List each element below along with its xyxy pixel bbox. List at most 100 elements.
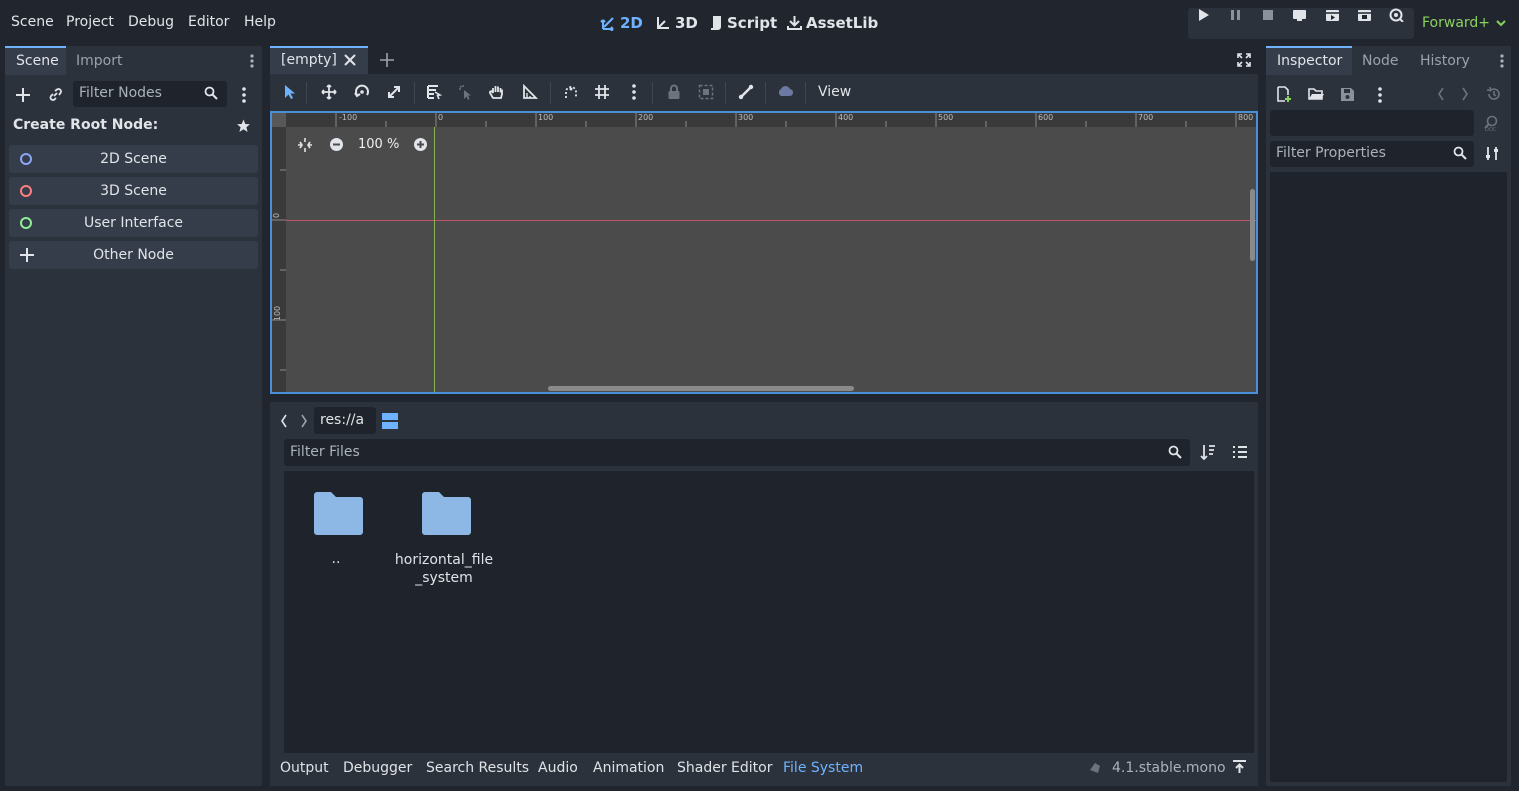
- search-icon: [1453, 146, 1467, 160]
- tab-output[interactable]: Output: [280, 760, 329, 776]
- ruler-ticks: [335, 113, 1237, 127]
- object-path-field: [1270, 110, 1474, 136]
- workspace-script-button[interactable]: Script: [709, 14, 777, 32]
- select-tool-icon[interactable]: [283, 84, 297, 100]
- dock-menu-icon[interactable]: [250, 54, 254, 68]
- dock-menu-icon[interactable]: [1500, 54, 1504, 68]
- menu-editor[interactable]: Editor: [188, 14, 229, 30]
- tab-debugger[interactable]: Debugger: [343, 760, 412, 776]
- distraction-free-icon[interactable]: [1237, 53, 1251, 67]
- smart-snap-icon[interactable]: [563, 84, 579, 100]
- workspace-2d-button[interactable]: 2D: [600, 14, 643, 32]
- canvas-toolbar: View: [270, 74, 1258, 112]
- pivot-tool-icon[interactable]: [458, 84, 474, 100]
- property-tools-icon[interactable]: [1485, 146, 1500, 161]
- save-icon[interactable]: [1340, 87, 1355, 102]
- move-tool-icon[interactable]: [321, 84, 337, 100]
- root-option-user-interface[interactable]: User Interface: [9, 209, 258, 237]
- root-option-label: 3D Scene: [100, 183, 167, 199]
- view-menu[interactable]: View: [818, 84, 851, 100]
- rotate-tool-icon[interactable]: [354, 84, 370, 100]
- path-field[interactable]: res://a: [314, 407, 376, 434]
- root-option-3d-scene[interactable]: 3D Scene: [9, 177, 258, 205]
- workspace-script-label: Script: [727, 14, 778, 32]
- split-mode-icon[interactable]: [382, 413, 398, 429]
- horizontal-scrollbar[interactable]: [548, 386, 854, 391]
- ruler-tool-icon[interactable]: [522, 84, 538, 100]
- object-history-icon[interactable]: [1486, 87, 1501, 101]
- menu-scene[interactable]: Scene: [11, 14, 54, 30]
- group-icon[interactable]: [698, 84, 714, 100]
- particles-icon[interactable]: [777, 84, 793, 100]
- tab-empty-scene[interactable]: [empty]: [281, 52, 337, 68]
- workspace-assetlib-button[interactable]: AssetLib: [787, 14, 878, 32]
- history-back-icon[interactable]: [1437, 87, 1445, 101]
- pan-tool-icon[interactable]: [489, 84, 505, 100]
- renderer-select[interactable]: Forward+: [1422, 15, 1506, 31]
- new-resource-icon[interactable]: [1277, 86, 1292, 102]
- vertical-scrollbar[interactable]: [1250, 189, 1255, 261]
- menu-debug[interactable]: Debug: [128, 14, 174, 30]
- zoom-level[interactable]: 100 %: [358, 137, 399, 152]
- tab-audio[interactable]: Audio: [538, 760, 578, 776]
- scale-tool-icon[interactable]: [386, 84, 402, 100]
- expand-panel-icon[interactable]: [1232, 760, 1247, 774]
- sort-icon[interactable]: [1200, 444, 1216, 460]
- path-value: res://a: [320, 412, 365, 428]
- list-select-icon[interactable]: [426, 84, 442, 100]
- root-option-2d-scene[interactable]: 2D Scene: [9, 145, 258, 173]
- close-icon[interactable]: [344, 54, 356, 66]
- center-view-icon[interactable]: [297, 137, 313, 153]
- menu-help[interactable]: Help: [244, 14, 276, 30]
- 3d-workspace-icon: [655, 15, 671, 31]
- workspace-3d-button[interactable]: 3D: [655, 14, 698, 32]
- forward-icon[interactable]: [300, 414, 308, 428]
- grid-snap-icon[interactable]: [594, 84, 610, 100]
- tab-file-system[interactable]: File System: [783, 760, 863, 776]
- movie-maker-icon[interactable]: [1389, 8, 1404, 22]
- tab-history[interactable]: History: [1420, 53, 1470, 69]
- version-label: 4.1.stable.mono: [1112, 760, 1226, 776]
- remote-debug-icon[interactable]: [1292, 8, 1307, 22]
- pause-icon[interactable]: [1229, 8, 1242, 22]
- open-folder-icon[interactable]: [1308, 87, 1324, 101]
- scene-tabs-bar: [empty]: [270, 46, 1258, 74]
- stop-icon[interactable]: [1261, 8, 1274, 22]
- tab-node[interactable]: Node: [1362, 53, 1399, 69]
- tab-search-results[interactable]: Search Results: [426, 760, 529, 776]
- lock-icon[interactable]: [667, 84, 681, 100]
- history-forward-icon[interactable]: [1461, 87, 1469, 101]
- resource-menu-icon[interactable]: [1378, 87, 1382, 103]
- separator: [765, 82, 766, 104]
- add-scene-tab-icon[interactable]: [380, 53, 394, 67]
- canvas-viewport[interactable]: -100 0 100 200 300 400 500 600 700 800 0…: [270, 111, 1258, 394]
- folder-icon: [314, 489, 364, 535]
- play-icon[interactable]: [1197, 8, 1210, 22]
- favorite-star-icon[interactable]: [236, 119, 251, 133]
- menu-bar: Scene Project Debug Editor Help 2D 3D Sc…: [0, 0, 1519, 46]
- zoom-in-icon[interactable]: [413, 137, 428, 152]
- workspace-assetlib-label: AssetLib: [806, 14, 879, 32]
- list-view-icon[interactable]: [1232, 444, 1248, 460]
- snap-options-icon[interactable]: [632, 84, 636, 100]
- filter-nodes-input[interactable]: Filter Nodes: [73, 81, 227, 107]
- tab-inspector[interactable]: Inspector: [1277, 53, 1342, 69]
- skeleton-bone-icon[interactable]: [738, 84, 754, 100]
- scene-menu-icon[interactable]: [242, 87, 246, 103]
- tab-animation[interactable]: Animation: [593, 760, 664, 776]
- menu-project[interactable]: Project: [66, 14, 114, 30]
- tab-shader-editor[interactable]: Shader Editor: [677, 760, 772, 776]
- back-icon[interactable]: [280, 414, 288, 428]
- filter-files-input[interactable]: Filter Files: [284, 439, 1190, 466]
- link-icon[interactable]: [48, 87, 63, 102]
- play-custom-scene-icon[interactable]: [1357, 8, 1372, 22]
- add-node-icon[interactable]: [15, 87, 31, 103]
- root-option-other-node[interactable]: Other Node: [9, 241, 258, 269]
- filter-properties-input[interactable]: Filter Properties: [1270, 141, 1474, 167]
- zoom-out-icon[interactable]: [329, 137, 344, 152]
- tab-scene[interactable]: Scene: [16, 53, 59, 69]
- play-scene-icon[interactable]: [1325, 8, 1340, 22]
- y-axis-line: [434, 127, 435, 392]
- tab-import[interactable]: Import: [76, 53, 122, 69]
- open-docs-icon[interactable]: DOC: [1484, 115, 1499, 131]
